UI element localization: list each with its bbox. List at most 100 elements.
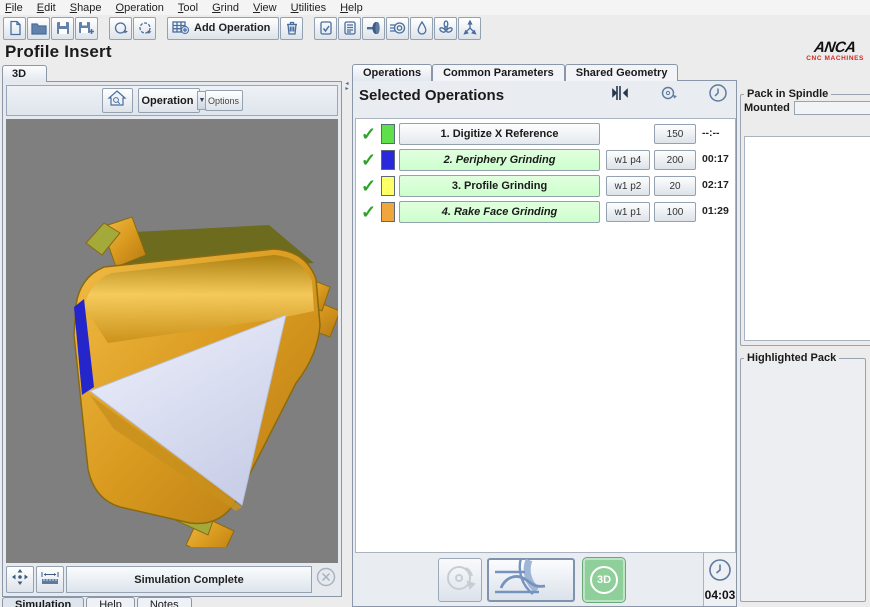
save-as-button[interactable] — [75, 17, 98, 40]
simulation-view-button[interactable] — [487, 558, 575, 602]
home-zoom-icon — [107, 89, 127, 112]
operation-dropdown[interactable]: Operation ▼ — [138, 88, 200, 113]
wheel-pack-column-icon[interactable] — [610, 84, 630, 107]
delete-operation-button[interactable] — [280, 17, 303, 40]
wheel-pack-button[interactable] — [362, 17, 385, 40]
operation-check-icon: ✓ — [361, 176, 376, 197]
menu-file[interactable]: File — [5, 2, 23, 14]
operation-time: 02:17 — [702, 179, 738, 191]
menu-shape[interactable]: Shape — [70, 2, 102, 14]
anca-logo: ANCA CNC MACHINES — [806, 40, 864, 63]
close-simulation-button[interactable] — [314, 566, 338, 593]
clock-icon — [708, 558, 732, 587]
anca-logo-subtext: CNC MACHINES — [806, 56, 864, 63]
op-color-swatch — [381, 202, 395, 222]
wheel-pack-button[interactable]: w1 p2 — [606, 176, 650, 196]
mounted-field[interactable] — [794, 101, 870, 115]
wheel-pack-button[interactable]: w1 p1 — [606, 202, 650, 222]
value-button[interactable]: 200 — [654, 150, 696, 170]
simulation-status-text: Simulation Complete — [134, 574, 243, 586]
new-file-icon — [7, 20, 23, 36]
home-view-button[interactable] — [102, 88, 133, 113]
splitter-collapse-right-icon[interactable]: ▸ — [345, 87, 348, 92]
add-operation-button[interactable]: Add Operation — [167, 17, 279, 40]
new-file-button[interactable] — [3, 17, 26, 40]
panel-splitter[interactable]: ◂ ▸ — [343, 64, 351, 597]
menu-utilities[interactable]: Utilities — [291, 2, 326, 14]
rotate-left-button[interactable] — [109, 17, 132, 40]
value-button[interactable]: 20 — [654, 176, 696, 196]
add-operation-icon — [172, 19, 190, 38]
operation-time: --:-- — [702, 127, 738, 139]
operation-dropdown-label: Operation — [142, 95, 194, 107]
verify-button[interactable] — [314, 17, 337, 40]
options-button[interactable]: Options — [205, 90, 243, 111]
wheel-pack-icon — [366, 20, 382, 36]
tab-help[interactable]: Help — [86, 597, 135, 607]
document-check-icon — [318, 20, 334, 36]
mounted-label: Mounted — [744, 102, 790, 114]
3d-viewport[interactable] — [6, 119, 338, 563]
notes-button[interactable] — [338, 17, 361, 40]
time-column-icon[interactable] — [708, 83, 728, 108]
notes-icon — [342, 20, 358, 36]
total-time-cell: 04:03 — [703, 553, 736, 606]
pack-in-spindle-title: Pack in Spindle — [744, 88, 831, 100]
tab-simulation[interactable]: Simulation — [2, 597, 84, 607]
operation-time: 00:17 — [702, 153, 738, 165]
simulation-progress-bar: Simulation Complete — [66, 566, 312, 593]
menu-operation[interactable]: Operation — [116, 2, 164, 14]
total-time-value: 04:03 — [705, 588, 736, 602]
main-toolbar: Add Operation — [0, 15, 870, 41]
save-button[interactable] — [51, 17, 74, 40]
value-button[interactable]: 150 — [654, 124, 696, 144]
menu-tool[interactable]: Tool — [178, 2, 198, 14]
measure-button[interactable] — [36, 566, 64, 593]
simulation-view-icon — [491, 558, 571, 603]
view-orientation-button[interactable] — [434, 17, 457, 40]
rotate-right-button[interactable] — [133, 17, 156, 40]
wheel-speed-column-icon[interactable] — [659, 84, 679, 107]
tab-operations[interactable]: Operations — [352, 64, 432, 81]
tab-common-parameters[interactable]: Common Parameters — [432, 64, 565, 81]
menu-bar: File Edit Shape Operation Tool Grind Vie… — [0, 0, 870, 15]
options-button-label: Options — [208, 96, 239, 106]
save-disk-icon — [55, 20, 71, 36]
operation-button[interactable]: 2. Periphery Grinding — [399, 149, 600, 171]
value-button[interactable]: 100 — [654, 202, 696, 222]
menu-grind[interactable]: Grind — [212, 2, 239, 14]
selected-operations-title: Selected Operations — [359, 87, 504, 104]
operation-button[interactable]: 3. Profile Grinding — [399, 175, 600, 197]
wheel-editor-button[interactable] — [386, 17, 409, 40]
coolant-button[interactable] — [410, 17, 433, 40]
pan-view-button[interactable] — [6, 566, 34, 593]
open-folder-icon — [31, 20, 47, 36]
menu-view[interactable]: View — [253, 2, 277, 14]
operation-check-icon: ✓ — [361, 124, 376, 145]
operation-row: ✓ 3. Profile Grinding w1 p2 20 02:17 — [356, 175, 735, 201]
menu-help[interactable]: Help — [340, 2, 363, 14]
operation-row: ✓ 4. Rake Face Grinding w1 p1 100 01:29 — [356, 201, 735, 227]
open-file-button[interactable] — [27, 17, 50, 40]
operation-check-icon: ✓ — [361, 150, 376, 171]
viewer-toolbar: Operation ▼ Options — [6, 85, 338, 116]
menu-edit[interactable]: Edit — [37, 2, 56, 14]
op-color-swatch — [381, 124, 395, 144]
op-color-swatch — [381, 176, 395, 196]
machine-axes-button[interactable] — [458, 17, 481, 40]
wheel-pack-button[interactable]: w1 p4 — [606, 150, 650, 170]
tab-shared-geometry[interactable]: Shared Geometry — [565, 64, 679, 81]
pack-in-spindle-group: Pack in Spindle Mounted — [740, 88, 870, 346]
operation-button[interactable]: 4. Rake Face Grinding — [399, 201, 600, 223]
operations-tab-bar: Operations Common Parameters Shared Geom… — [352, 64, 737, 81]
operations-list: ✓ 1. Digitize X Reference 150 --:-- ✓ 2.… — [355, 118, 736, 553]
operation-row: ✓ 1. Digitize X Reference 150 --:-- — [356, 123, 735, 149]
spindle-pack-list[interactable] — [744, 136, 870, 341]
highlighted-pack-title: Highlighted Pack — [744, 352, 839, 364]
3d-view-button[interactable]: 3D — [583, 558, 625, 602]
tab-notes[interactable]: Notes — [137, 597, 192, 607]
bottom-tab-bar: Simulation Help Notes — [2, 597, 194, 607]
trash-icon — [284, 20, 300, 36]
tab-3d[interactable]: 3D — [2, 65, 47, 82]
operation-button[interactable]: 1. Digitize X Reference — [399, 123, 600, 145]
